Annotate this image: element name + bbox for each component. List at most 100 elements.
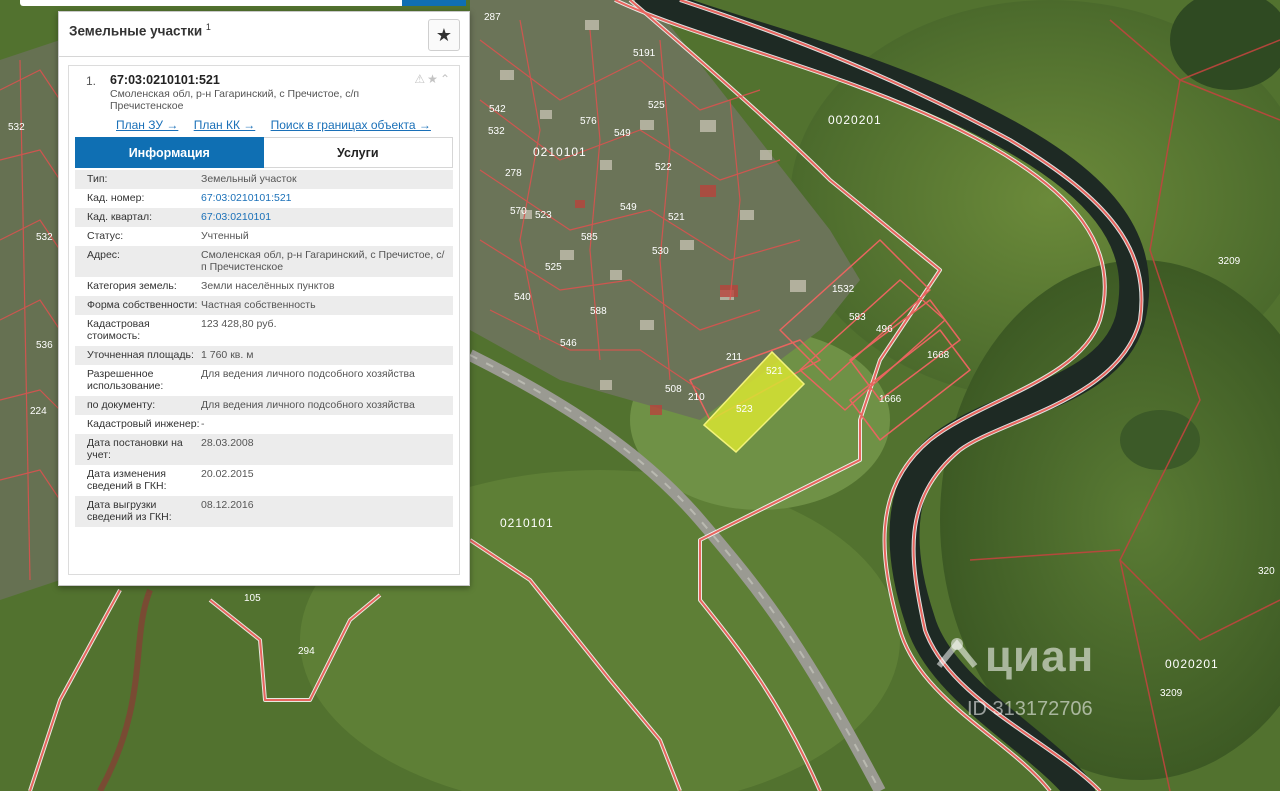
parcel-label: 522	[655, 162, 672, 173]
parcel-label: 521	[668, 212, 685, 223]
parcel-label: 3209	[1218, 256, 1241, 267]
cadastral-number-heading[interactable]: 67:03:0210101:521	[110, 73, 220, 87]
parcel-label: 523	[535, 210, 552, 221]
parcel-label: 536	[36, 340, 53, 351]
property-value: -	[201, 418, 205, 430]
parcel-label: 211	[726, 352, 742, 363]
parcel-label: 525	[648, 100, 665, 111]
block-label: 0210101	[533, 145, 587, 159]
property-row: Кад. квартал: 67:03:0210101	[75, 208, 453, 227]
parcel-label: 542	[489, 104, 506, 115]
parcel-label: 508	[665, 384, 682, 395]
property-value: Для ведения личного подсобного хозяйства	[201, 368, 415, 380]
parcel-label: 3209	[1160, 688, 1183, 699]
star-icon: ★	[435, 24, 453, 45]
result-count: 1	[205, 22, 211, 32]
parcel-label: 549	[620, 202, 637, 213]
parcel-label: 546	[560, 338, 577, 349]
parcel-label: 105	[244, 593, 261, 604]
card-action-icons[interactable]: ⚠★⌃	[414, 72, 452, 86]
result-card: 1. 67:03:0210101:521 ⚠★⌃ Смоленская обл,…	[68, 65, 460, 575]
parcel-label: 210	[688, 392, 705, 403]
property-value: Частная собственность	[201, 299, 316, 311]
plan-zu-link[interactable]: План ЗУ →	[116, 118, 178, 132]
property-key: Статус:	[87, 230, 124, 242]
search-bar[interactable]	[20, 0, 466, 6]
parcel-label: 224	[30, 406, 47, 417]
parcel-label: 287	[484, 12, 501, 23]
property-row: Уточненная площадь: 1 760 кв. м	[75, 346, 453, 365]
property-row: Категория земель: Земли населённых пункто…	[75, 277, 453, 296]
parcel-label: 496	[876, 324, 893, 335]
info-panel: Земельные участки 1 ★ 1. 67:03:0210101:5…	[58, 11, 470, 586]
block-label: 0020201	[828, 113, 882, 127]
property-row: Адрес: Смоленская обл, р-н Гагаринский, с…	[75, 246, 453, 277]
property-key: Дата выгрузки сведений из ГКН:	[87, 499, 172, 523]
parcel-label: 1668	[927, 350, 950, 361]
panel-title: Земельные участки 1	[69, 22, 211, 39]
panel-title-text: Земельные участки	[69, 23, 203, 39]
parcel-label: 5191	[633, 48, 656, 59]
property-value: 1 760 кв. м	[201, 349, 254, 361]
parcel-label: 530	[652, 246, 669, 257]
tab-info[interactable]: Информация	[75, 137, 264, 168]
property-key: Категория земель:	[87, 280, 177, 292]
parcel-label: 585	[581, 232, 598, 243]
property-value: Смоленская обл, р-н Гагаринский, с Пречи…	[201, 249, 445, 273]
property-row: Тип: Земельный участок	[75, 170, 453, 189]
favorite-button[interactable]: ★	[428, 19, 460, 51]
parcel-label: 588	[590, 306, 607, 317]
block-label: 0020201	[1165, 657, 1219, 671]
parcel-label: 294	[298, 646, 315, 657]
properties-table: Тип: Земельный участок Кад. номер: 67:03:02…	[75, 170, 453, 527]
card-links: План ЗУ → План КК → Поиск в границах объ…	[116, 118, 443, 132]
property-key: Уточненная площадь:	[87, 349, 194, 361]
property-key: Кадастровый инженер:	[87, 418, 200, 430]
parcel-label: 532	[36, 232, 53, 243]
result-index: 1.	[86, 74, 97, 88]
property-value[interactable]: 67:03:0210101:521	[201, 192, 453, 204]
property-value: 123 428,80 руб.	[201, 318, 277, 330]
property-value: 20.02.2015	[201, 468, 254, 480]
block-label: 0210101	[500, 516, 554, 530]
property-row: Статус: Учтенный	[75, 227, 453, 246]
parcel-label: 278	[505, 168, 522, 179]
plan-kk-link[interactable]: План КК →	[194, 118, 256, 132]
parcel-label: 549	[614, 128, 631, 139]
property-key: по документу:	[87, 399, 156, 411]
parcel-label: 1666	[879, 394, 902, 405]
property-value[interactable]: 67:03:0210101	[201, 211, 453, 223]
tree-cluster	[1120, 410, 1200, 470]
tab-services[interactable]: Услуги	[263, 137, 453, 168]
property-row: Кадастровая стоимость: 123 428,80 руб.	[75, 315, 453, 346]
property-key: Кад. квартал:	[87, 211, 152, 223]
property-row: Дата изменения сведений в ГКН: 20.02.2015	[75, 465, 453, 496]
property-key: Разрешенное использование:	[87, 368, 164, 392]
divider	[59, 56, 469, 57]
property-key: Кад. номер:	[87, 192, 145, 204]
parcel-label: 1532	[832, 284, 855, 295]
property-value: 08.12.2016	[201, 499, 254, 511]
parcel-label: 570	[510, 206, 527, 217]
parcel-label: 521	[766, 366, 783, 377]
card-address: Смоленская обл, р-н Гагаринский, с Пречи…	[110, 88, 360, 112]
search-button[interactable]	[402, 0, 466, 6]
property-key: Кадастровая стоимость:	[87, 318, 150, 342]
cian-logo-icon	[936, 638, 978, 668]
property-value: Земельный участок	[201, 173, 297, 185]
property-row: Разрешенное использование: Для ведения ли…	[75, 365, 453, 396]
property-key: Дата изменения сведений в ГКН:	[87, 468, 167, 492]
property-key: Тип:	[87, 173, 108, 185]
parcel-label: 525	[545, 262, 562, 273]
property-key: Адрес:	[87, 249, 120, 261]
search-within-object-link[interactable]: Поиск в границах объекта →	[271, 118, 431, 132]
property-value: Учтенный	[201, 230, 249, 242]
parcel-label: 523	[736, 404, 753, 415]
property-row: Дата выгрузки сведений из ГКН: 08.12.2016	[75, 496, 453, 527]
tab-bar: Информация Услуги	[75, 137, 453, 168]
property-row: Форма собственности: Частная собственност…	[75, 296, 453, 315]
property-row: Дата постановки на учет: 28.03.2008	[75, 434, 453, 465]
parcel-label: 540	[514, 292, 531, 303]
parcel-label: 320	[1258, 566, 1275, 577]
property-value: Земли населённых пунктов	[201, 280, 335, 292]
